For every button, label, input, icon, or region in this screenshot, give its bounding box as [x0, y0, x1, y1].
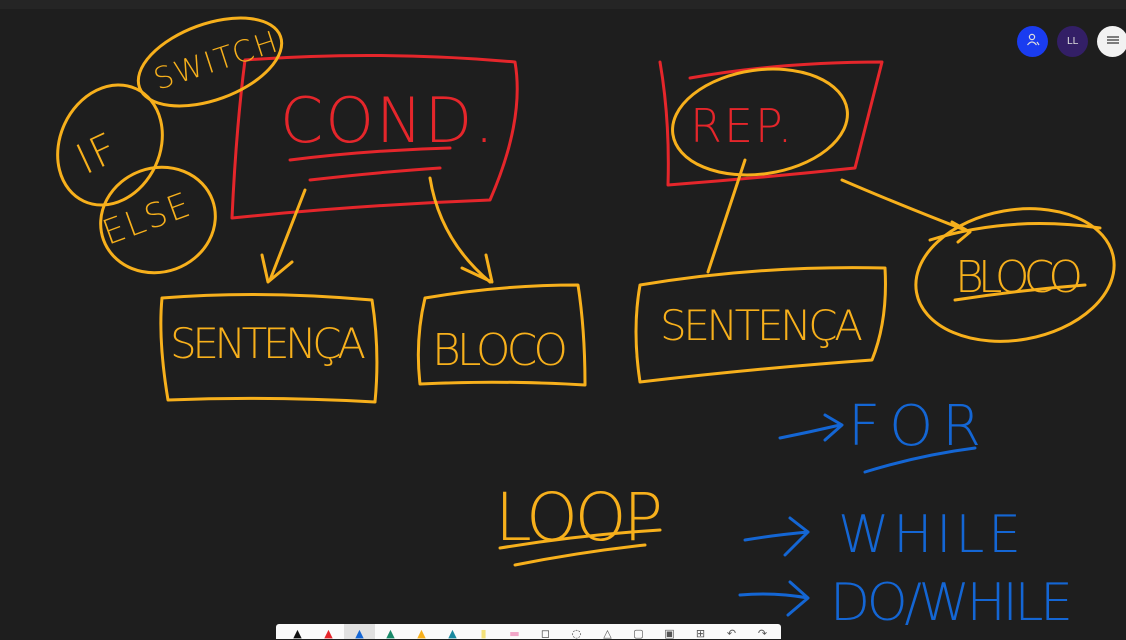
- lasso-icon: ◌: [571, 627, 582, 640]
- insert-icon: ⊞: [695, 627, 706, 640]
- ruler-icon: ◻: [540, 627, 551, 640]
- else-label: ELSE: [97, 185, 197, 254]
- pen-green-icon: ▲: [386, 627, 395, 640]
- tool-highlighter[interactable]: ▮: [468, 624, 499, 639]
- cond-label: COND.: [280, 84, 496, 157]
- tool-note[interactable]: ▢: [623, 624, 654, 639]
- user-avatar[interactable]: LL: [1057, 26, 1088, 57]
- pen-blue-icon: ▲: [355, 627, 364, 640]
- whiteboard-canvas[interactable]: COND. SWITCH IF ELSE SENTENÇA BLOCO REP.…: [0, 0, 1126, 639]
- tool-pen-red[interactable]: ▲: [313, 624, 344, 639]
- tool-eraser[interactable]: ▬: [499, 624, 530, 639]
- tool-lasso[interactable]: ◌: [561, 624, 592, 639]
- tool-image[interactable]: ▣: [654, 624, 685, 639]
- while-label: WHILE: [838, 505, 1023, 565]
- loop-word: LOOP: [495, 479, 663, 567]
- pen-red-icon: ▲: [324, 627, 333, 640]
- for-line: FOR: [778, 394, 981, 474]
- cond-arrows: [260, 176, 494, 284]
- pen-orange-icon: ▲: [417, 627, 426, 640]
- tool-insert[interactable]: ⊞: [685, 624, 716, 639]
- user-initials: LL: [1066, 36, 1079, 47]
- image-icon: ▣: [664, 627, 675, 640]
- tool-pen-teal[interactable]: ▲: [437, 624, 468, 639]
- tool-pen-black[interactable]: ▲: [282, 624, 313, 639]
- hamburger-menu-icon: [1106, 35, 1119, 48]
- switch-label: SWITCH: [150, 24, 284, 97]
- bloco-box-1: BLOCO: [416, 283, 587, 387]
- undo-icon: ↶: [726, 627, 737, 640]
- tool-shapes[interactable]: △: [592, 624, 623, 639]
- tool-pen-green[interactable]: ▲: [375, 624, 406, 639]
- sentenca-box-2: SENTENÇA: [634, 266, 887, 384]
- rep-connectors: [706, 158, 972, 274]
- dowhile-line: DO/WHILE: [738, 573, 1075, 633]
- tool-pen-blue[interactable]: ▲: [344, 624, 375, 639]
- tool-pen-orange[interactable]: ▲: [406, 624, 437, 639]
- rep-label: REP.: [690, 99, 794, 153]
- eraser-icon: ▬: [509, 627, 520, 640]
- ink-toolbar: ▲ ▲ ▲ ▲ ▲ ▲ ▮ ▬ ◻ ◌ △ ▢ ▣ ⊞ ↶ ↷: [276, 624, 781, 639]
- pen-black-icon: ▲: [293, 627, 302, 640]
- tool-undo[interactable]: ↶: [716, 624, 747, 639]
- if-label: IF: [69, 123, 126, 185]
- dowhile-label: DO/WHILE: [830, 573, 1075, 633]
- sentenca-label-2: SENTENÇA: [660, 301, 865, 350]
- cond-box: COND.: [230, 53, 519, 220]
- rep-box: REP.: [658, 60, 884, 187]
- while-line: WHILE: [743, 505, 1023, 565]
- highlighter-icon: ▮: [480, 627, 487, 640]
- person-add-icon: [1026, 33, 1040, 50]
- bloco-label-1: BLOCO: [432, 325, 570, 376]
- shapes-icon: △: [603, 627, 612, 640]
- tool-ruler[interactable]: ◻: [530, 624, 561, 639]
- note-icon: ▢: [633, 627, 644, 640]
- redo-icon: ↷: [757, 627, 768, 640]
- sentenca-label-1: SENTENÇA: [170, 319, 368, 368]
- sentenca-box-1: SENTENÇA: [159, 292, 379, 404]
- switch-bubble: SWITCH: [136, 16, 284, 108]
- pen-teal-icon: ▲: [448, 627, 457, 640]
- tool-redo[interactable]: ↷: [747, 624, 778, 639]
- bloco-label-2: BLOCO: [955, 252, 1085, 303]
- invite-button[interactable]: [1017, 26, 1048, 57]
- menu-button[interactable]: [1097, 26, 1126, 57]
